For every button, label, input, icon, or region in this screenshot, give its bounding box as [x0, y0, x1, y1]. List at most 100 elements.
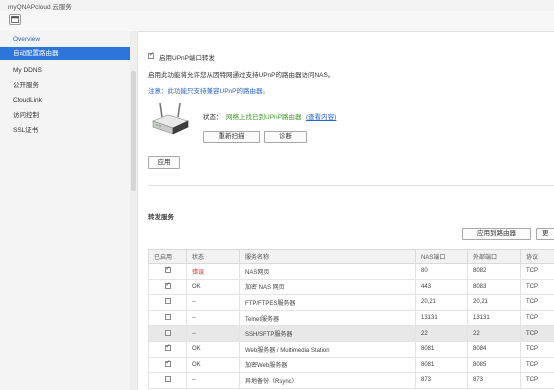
row-enable-checkbox[interactable] [164, 314, 171, 321]
table-row[interactable]: 错误NAS网页808082TCP [148, 263, 554, 280]
service-name-cell: FTP/FTPES服务器 [239, 294, 416, 311]
sidebar-item-access-control[interactable]: 访问控制 [0, 109, 130, 122]
external-port-cell: 22 [467, 325, 521, 342]
apply-to-router-button[interactable]: 应用到路由器 [462, 228, 531, 240]
external-port-cell: 13131 [467, 309, 521, 327]
external-port-cell: 8084 [467, 340, 521, 358]
protocol-cell: TCP [520, 325, 554, 342]
status-cell: OK [186, 340, 240, 358]
protocol-cell: TCP [520, 356, 554, 374]
nas-port-cell: 20,21 [415, 294, 468, 311]
window-titlebar: myQNAPcloud 云服务 [0, 0, 554, 11]
toolbar [0, 11, 554, 32]
upnp-enable-checkbox[interactable] [148, 51, 154, 59]
upnp-enable-label: 启用UPnP端口转发 [159, 55, 215, 62]
nas-port-cell: 8081 [415, 340, 468, 358]
nas-port-cell: 13131 [415, 309, 468, 327]
col-protocol[interactable]: 协议 [520, 249, 554, 264]
service-name-cell: NAS网页 [239, 263, 416, 280]
service-name-cell: 加密 NAS 网页 [239, 278, 416, 296]
upnp-description: 启用此功能将允许您从因特网通过支持UPnP的路由器访问NAS。 [148, 72, 335, 79]
enabled-cell[interactable] [148, 309, 187, 327]
sidebar-item-auto-router-config[interactable]: 自动配置路由器 [0, 47, 130, 60]
status-cell: -- [186, 325, 240, 342]
section-divider [148, 185, 554, 186]
sidebar-item-my-ddns[interactable]: My DDNS [0, 64, 130, 77]
protocol-cell: TCP [520, 372, 554, 389]
status-text: 网络上找已到UPnP路由器 [226, 114, 302, 121]
table-header-row: 已启用 状态 服务名称 NAS端口 外部端口 协议 [148, 249, 554, 264]
protocol-cell: TCP [520, 294, 554, 311]
apply-button[interactable]: 应用 [148, 156, 180, 169]
enabled-cell[interactable] [148, 340, 187, 358]
window-title: myQNAPcloud 云服务 [8, 4, 72, 11]
row-enable-checkbox[interactable] [164, 265, 171, 274]
sidebar-item-cloudlink[interactable]: CloudLink [0, 94, 130, 107]
external-port-cell: 873 [467, 372, 521, 389]
service-name-cell: Web服务器 / Multimedia Station [239, 340, 416, 358]
status-cell: -- [186, 372, 240, 389]
nas-port-cell: 873 [415, 372, 468, 389]
nas-port-cell: 22 [415, 325, 468, 342]
protocol-cell: TCP [520, 263, 554, 280]
row-enable-checkbox[interactable] [164, 376, 171, 383]
status-cell: OK [186, 356, 240, 374]
status-cell: 错误 [186, 263, 240, 280]
table-row[interactable]: -- 异地备份（Rsync） 873 873 TCP [148, 372, 554, 389]
table-row[interactable]: -- Telnet服务器 13131 13131 TCP [148, 309, 554, 327]
upnp-note: 注意：此功能只支持兼容UPnP的路由器。 [148, 88, 269, 95]
menu-icon[interactable] [9, 14, 21, 25]
row-enable-checkbox[interactable] [164, 298, 171, 305]
enabled-cell[interactable] [148, 278, 187, 296]
service-name-cell: 异地备份（Rsync） [239, 372, 416, 389]
table-row[interactable]: OK加密Web服务器80818085TCP [148, 356, 554, 374]
window-menu-icon [11, 16, 19, 23]
truncated-button[interactable]: 更 [536, 228, 554, 240]
sidebar-item-public-services[interactable]: 公开服务 [0, 79, 130, 92]
main-panel: 启用UPnP端口转发 启用此功能将允许您从因特网通过支持UPnP的路由器访问NA… [138, 31, 554, 390]
table-row[interactable]: OKWeb服务器 / Multimedia Station80818084TCP [148, 340, 554, 358]
sidebar-item-ssl-cert[interactable]: SSL证书 [0, 124, 130, 137]
sidebar-scrollbar[interactable] [130, 31, 138, 390]
rescan-button[interactable]: 重新扫描 [203, 131, 260, 143]
view-details-link[interactable]: (查看内容) [306, 111, 336, 121]
enabled-cell[interactable] [148, 372, 187, 389]
external-port-cell: 8082 [467, 263, 521, 280]
protocol-cell: TCP [520, 340, 554, 358]
external-port-cell: 20,21 [467, 294, 521, 311]
nas-port-cell: 443 [415, 278, 468, 296]
row-enable-checkbox[interactable] [164, 329, 171, 336]
enabled-cell[interactable] [148, 325, 187, 342]
enabled-cell[interactable] [148, 294, 187, 311]
router-icon [152, 102, 189, 135]
col-service-name[interactable]: 服务名称 [239, 249, 416, 264]
service-name-cell: SSH/SFTP服务器 [239, 325, 416, 342]
enabled-cell[interactable] [148, 263, 187, 280]
nas-port-cell: 8081 [415, 356, 468, 374]
scrollbar-thumb[interactable] [131, 71, 136, 191]
row-enable-checkbox[interactable] [164, 281, 171, 289]
external-port-cell: 8083 [467, 278, 521, 296]
sidebar-item-overview[interactable]: Overview [0, 33, 130, 46]
service-name-cell: Telnet服务器 [239, 309, 416, 327]
nas-port-cell: 80 [415, 263, 468, 280]
sidebar: Overview 自动配置路由器 My DDNS 公开服务 CloudLink … [0, 31, 131, 390]
col-enabled[interactable]: 已启用 [148, 249, 187, 264]
table-row[interactable]: OK加密 NAS 网页4438083TCP [148, 278, 554, 296]
protocol-cell: TCP [520, 278, 554, 296]
status-cell: -- [186, 309, 240, 327]
enabled-cell[interactable] [148, 356, 187, 374]
forwarding-title: 转发服务 [148, 214, 174, 221]
forwarding-table: 已启用 状态 服务名称 NAS端口 外部端口 协议 错误NAS网页808082T… [148, 249, 554, 389]
status-cell: OK [186, 278, 240, 296]
service-name-cell: 加密Web服务器 [239, 356, 416, 374]
col-status[interactable]: 状态 [186, 249, 240, 264]
row-enable-checkbox[interactable] [164, 359, 171, 367]
table-row[interactable]: -- FTP/FTPES服务器 20,21 20,21 TCP [148, 294, 554, 311]
col-external-port[interactable]: 外部端口 [467, 249, 521, 264]
table-row[interactable]: -- SSH/SFTP服务器 22 22 TCP [148, 325, 554, 342]
protocol-cell: TCP [520, 309, 554, 327]
col-nas-port[interactable]: NAS端口 [415, 249, 468, 264]
diagnose-button[interactable]: 诊断 [264, 131, 307, 143]
row-enable-checkbox[interactable] [164, 343, 171, 352]
